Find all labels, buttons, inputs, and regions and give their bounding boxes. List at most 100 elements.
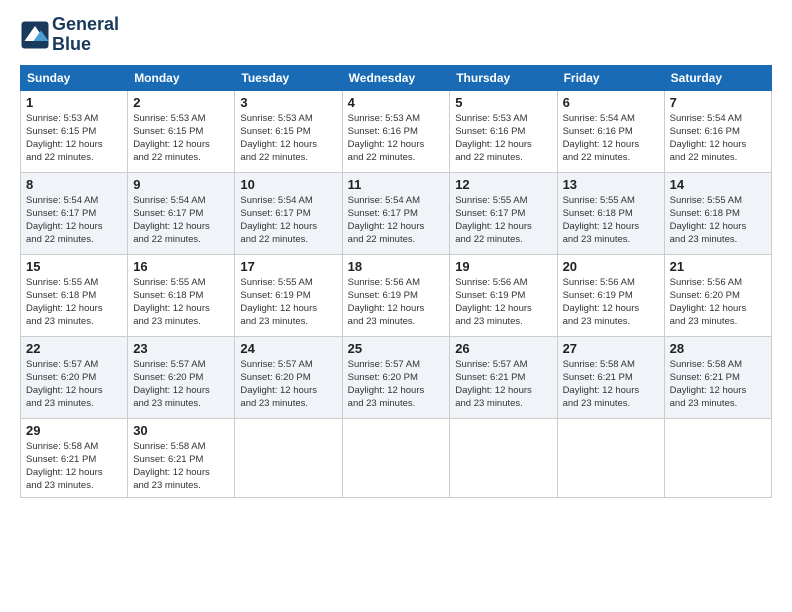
sunrise-label: Sunrise: 5:55 AM [26, 277, 98, 288]
daylight-minutes: and 23 minutes. [240, 398, 308, 409]
sunset-label: Sunset: 6:21 PM [455, 372, 525, 383]
day-number: 24 [240, 341, 336, 356]
day-number: 8 [26, 177, 122, 192]
day-info: Sunrise: 5:54 AM Sunset: 6:17 PM Dayligh… [26, 194, 122, 247]
day-number: 12 [455, 177, 551, 192]
sunset-label: Sunset: 6:18 PM [26, 290, 96, 301]
daylight-label: Daylight: 12 hours [26, 303, 103, 314]
day-info: Sunrise: 5:57 AM Sunset: 6:20 PM Dayligh… [240, 358, 336, 411]
daylight-minutes: and 22 minutes. [240, 152, 308, 163]
sunset-label: Sunset: 6:16 PM [455, 126, 525, 137]
daylight-minutes: and 22 minutes. [455, 152, 523, 163]
sunrise-label: Sunrise: 5:55 AM [133, 277, 205, 288]
daylight-minutes: and 22 minutes. [455, 234, 523, 245]
day-info: Sunrise: 5:56 AM Sunset: 6:20 PM Dayligh… [670, 276, 766, 329]
day-number: 18 [348, 259, 445, 274]
day-number: 10 [240, 177, 336, 192]
daylight-label: Daylight: 12 hours [240, 303, 317, 314]
day-number: 13 [563, 177, 659, 192]
daylight-label: Daylight: 12 hours [455, 221, 532, 232]
day-number: 20 [563, 259, 659, 274]
day-info: Sunrise: 5:55 AM Sunset: 6:19 PM Dayligh… [240, 276, 336, 329]
day-info: Sunrise: 5:53 AM Sunset: 6:16 PM Dayligh… [455, 112, 551, 165]
calendar-cell: 12 Sunrise: 5:55 AM Sunset: 6:17 PM Dayl… [450, 172, 557, 254]
calendar-cell: 29 Sunrise: 5:58 AM Sunset: 6:21 PM Dayl… [21, 418, 128, 497]
sunset-label: Sunset: 6:20 PM [133, 372, 203, 383]
day-number: 21 [670, 259, 766, 274]
day-info: Sunrise: 5:54 AM Sunset: 6:16 PM Dayligh… [670, 112, 766, 165]
day-info: Sunrise: 5:55 AM Sunset: 6:17 PM Dayligh… [455, 194, 551, 247]
day-number: 2 [133, 95, 229, 110]
calendar-cell: 11 Sunrise: 5:54 AM Sunset: 6:17 PM Dayl… [342, 172, 450, 254]
calendar-cell: 25 Sunrise: 5:57 AM Sunset: 6:20 PM Dayl… [342, 336, 450, 418]
daylight-minutes: and 22 minutes. [26, 152, 94, 163]
sunrise-label: Sunrise: 5:53 AM [455, 113, 527, 124]
calendar-cell [450, 418, 557, 497]
sunset-label: Sunset: 6:17 PM [348, 208, 418, 219]
day-info: Sunrise: 5:58 AM Sunset: 6:21 PM Dayligh… [670, 358, 766, 411]
daylight-label: Daylight: 12 hours [26, 467, 103, 478]
daylight-label: Daylight: 12 hours [348, 221, 425, 232]
sunset-label: Sunset: 6:16 PM [563, 126, 633, 137]
day-info: Sunrise: 5:57 AM Sunset: 6:20 PM Dayligh… [348, 358, 445, 411]
sunset-label: Sunset: 6:21 PM [563, 372, 633, 383]
daylight-label: Daylight: 12 hours [670, 385, 747, 396]
day-info: Sunrise: 5:57 AM Sunset: 6:21 PM Dayligh… [455, 358, 551, 411]
daylight-minutes: and 22 minutes. [348, 152, 416, 163]
day-info: Sunrise: 5:53 AM Sunset: 6:15 PM Dayligh… [133, 112, 229, 165]
day-info: Sunrise: 5:56 AM Sunset: 6:19 PM Dayligh… [563, 276, 659, 329]
calendar-cell: 13 Sunrise: 5:55 AM Sunset: 6:18 PM Dayl… [557, 172, 664, 254]
sunrise-label: Sunrise: 5:56 AM [348, 277, 420, 288]
day-info: Sunrise: 5:54 AM Sunset: 6:17 PM Dayligh… [240, 194, 336, 247]
day-number: 14 [670, 177, 766, 192]
sunrise-label: Sunrise: 5:53 AM [240, 113, 312, 124]
logo: General Blue [20, 15, 119, 55]
sunrise-label: Sunrise: 5:58 AM [563, 359, 635, 370]
sunrise-label: Sunrise: 5:54 AM [670, 113, 742, 124]
day-info: Sunrise: 5:53 AM Sunset: 6:15 PM Dayligh… [240, 112, 336, 165]
sunrise-label: Sunrise: 5:56 AM [670, 277, 742, 288]
daylight-minutes: and 22 minutes. [133, 152, 201, 163]
sunset-label: Sunset: 6:20 PM [670, 290, 740, 301]
day-number: 6 [563, 95, 659, 110]
sunset-label: Sunset: 6:15 PM [133, 126, 203, 137]
calendar-cell: 4 Sunrise: 5:53 AM Sunset: 6:16 PM Dayli… [342, 90, 450, 172]
sunrise-label: Sunrise: 5:57 AM [455, 359, 527, 370]
daylight-label: Daylight: 12 hours [240, 139, 317, 150]
daylight-label: Daylight: 12 hours [455, 385, 532, 396]
calendar-cell: 17 Sunrise: 5:55 AM Sunset: 6:19 PM Dayl… [235, 254, 342, 336]
calendar-cell: 22 Sunrise: 5:57 AM Sunset: 6:20 PM Dayl… [21, 336, 128, 418]
daylight-minutes: and 22 minutes. [563, 152, 631, 163]
daylight-label: Daylight: 12 hours [563, 385, 640, 396]
sunrise-label: Sunrise: 5:58 AM [133, 441, 205, 452]
sunrise-label: Sunrise: 5:55 AM [240, 277, 312, 288]
calendar-week-row: 22 Sunrise: 5:57 AM Sunset: 6:20 PM Dayl… [21, 336, 772, 418]
sunset-label: Sunset: 6:20 PM [348, 372, 418, 383]
logo-icon [20, 20, 50, 50]
daylight-label: Daylight: 12 hours [455, 303, 532, 314]
daylight-minutes: and 22 minutes. [26, 234, 94, 245]
sunrise-label: Sunrise: 5:53 AM [26, 113, 98, 124]
calendar-cell: 1 Sunrise: 5:53 AM Sunset: 6:15 PM Dayli… [21, 90, 128, 172]
sunrise-label: Sunrise: 5:57 AM [348, 359, 420, 370]
daylight-label: Daylight: 12 hours [670, 139, 747, 150]
daylight-label: Daylight: 12 hours [133, 139, 210, 150]
daylight-label: Daylight: 12 hours [563, 303, 640, 314]
sunset-label: Sunset: 6:20 PM [26, 372, 96, 383]
calendar-cell: 3 Sunrise: 5:53 AM Sunset: 6:15 PM Dayli… [235, 90, 342, 172]
day-number: 28 [670, 341, 766, 356]
calendar-cell [664, 418, 771, 497]
sunrise-label: Sunrise: 5:56 AM [563, 277, 635, 288]
day-info: Sunrise: 5:57 AM Sunset: 6:20 PM Dayligh… [133, 358, 229, 411]
daylight-label: Daylight: 12 hours [563, 221, 640, 232]
daylight-minutes: and 23 minutes. [563, 234, 631, 245]
daylight-minutes: and 23 minutes. [240, 316, 308, 327]
sunrise-label: Sunrise: 5:57 AM [26, 359, 98, 370]
daylight-label: Daylight: 12 hours [26, 221, 103, 232]
daylight-minutes: and 23 minutes. [26, 316, 94, 327]
day-number: 3 [240, 95, 336, 110]
calendar-cell: 30 Sunrise: 5:58 AM Sunset: 6:21 PM Dayl… [128, 418, 235, 497]
daylight-minutes: and 23 minutes. [670, 316, 738, 327]
day-info: Sunrise: 5:56 AM Sunset: 6:19 PM Dayligh… [455, 276, 551, 329]
day-of-week-header: Friday [557, 65, 664, 90]
